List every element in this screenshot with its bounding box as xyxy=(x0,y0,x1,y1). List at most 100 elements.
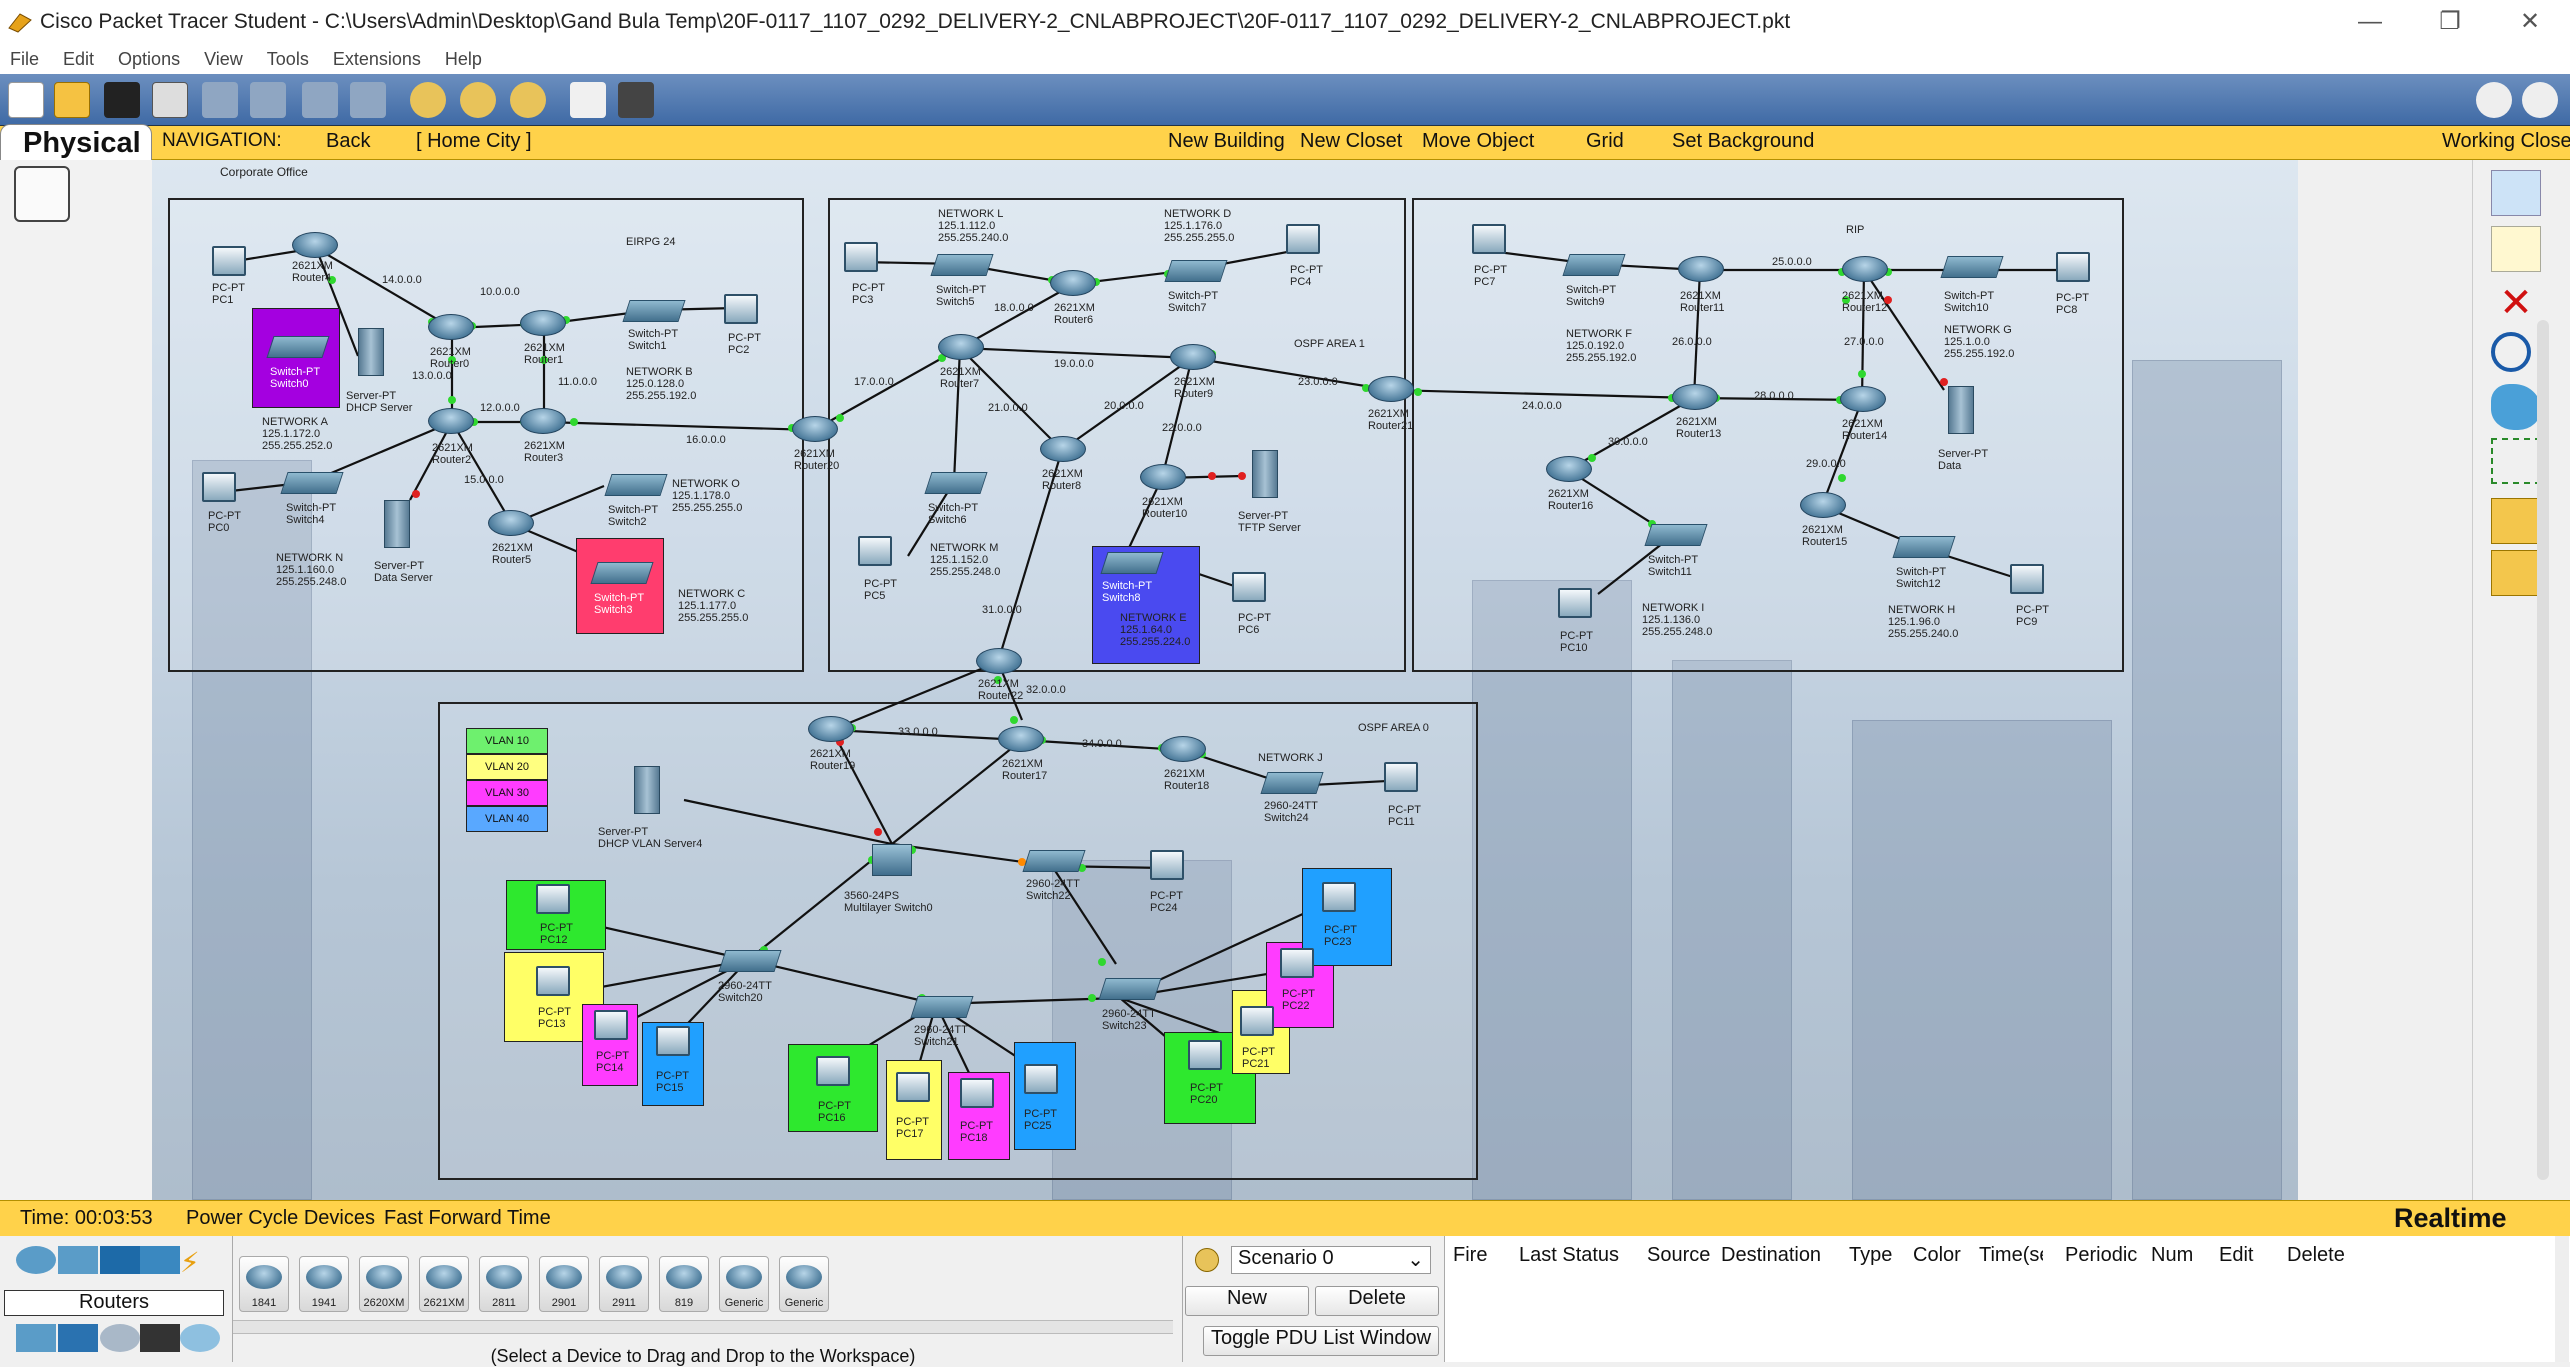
connections-category-icon[interactable]: ⚡ xyxy=(180,1246,220,1278)
router20[interactable] xyxy=(792,416,838,442)
note-icon[interactable] xyxy=(2491,226,2541,272)
scenario-info-icon[interactable] xyxy=(1195,1248,1219,1272)
routers-category-icon[interactable] xyxy=(16,1246,56,1274)
delete-icon[interactable]: ✕ xyxy=(2491,280,2541,326)
router5[interactable] xyxy=(488,510,534,536)
router9[interactable] xyxy=(1170,344,1216,370)
switch23[interactable] xyxy=(1098,978,1162,1000)
switch10[interactable] xyxy=(1940,256,2004,278)
paste-icon[interactable] xyxy=(250,82,286,118)
model-2901-button[interactable]: 2901 xyxy=(539,1256,589,1312)
custom-device-icon[interactable] xyxy=(618,82,654,118)
router17[interactable] xyxy=(998,726,1044,752)
pc4[interactable] xyxy=(1286,224,1320,254)
working-closet-button[interactable]: Working Closet xyxy=(2442,130,2570,153)
menu-file[interactable]: File xyxy=(10,49,39,70)
move-object-button[interactable]: Move Object xyxy=(1422,130,1534,153)
pc17[interactable] xyxy=(896,1072,930,1102)
menu-tools[interactable]: Tools xyxy=(267,49,309,70)
pc7[interactable] xyxy=(1472,224,1506,254)
zoom-in-icon[interactable] xyxy=(410,82,446,118)
pc23[interactable] xyxy=(1322,882,1356,912)
router13[interactable] xyxy=(1672,384,1718,410)
custom-category-icon[interactable] xyxy=(140,1324,180,1352)
router18[interactable] xyxy=(1160,736,1206,762)
zoom-out-icon[interactable] xyxy=(510,82,546,118)
pc5[interactable] xyxy=(858,536,892,566)
close-button[interactable]: ✕ xyxy=(2500,4,2560,40)
switch12[interactable] xyxy=(1892,536,1956,558)
corporate-office-icon[interactable] xyxy=(14,166,70,222)
copy-icon[interactable] xyxy=(202,82,238,118)
tftp-server[interactable] xyxy=(1252,450,1278,498)
router1[interactable] xyxy=(520,310,566,336)
print-icon[interactable] xyxy=(152,82,188,118)
switches-category-icon[interactable] xyxy=(58,1246,98,1274)
switch3[interactable] xyxy=(590,562,654,584)
pc13[interactable] xyxy=(536,966,570,996)
delete-scenario-button[interactable]: Delete xyxy=(1315,1286,1439,1316)
router11[interactable] xyxy=(1678,256,1724,282)
router12[interactable] xyxy=(1842,256,1888,282)
palette-icon[interactable] xyxy=(570,82,606,118)
wireless-category-icon[interactable] xyxy=(140,1246,180,1274)
pdu-scrollbar[interactable] xyxy=(2555,1236,2569,1362)
switch2[interactable] xyxy=(604,474,668,496)
menu-view[interactable]: View xyxy=(204,49,243,70)
physical-tab[interactable]: Physical xyxy=(0,124,152,162)
scenario-select[interactable]: Scenario 0 ⌄ xyxy=(1231,1246,1431,1274)
pc9[interactable] xyxy=(2010,564,2044,594)
draw-shape-icon[interactable] xyxy=(2491,384,2541,430)
multilayer-switch0[interactable] xyxy=(872,844,912,876)
model-1841-button[interactable]: 1841 xyxy=(239,1256,289,1312)
router14[interactable] xyxy=(1840,386,1886,412)
router2[interactable] xyxy=(428,408,474,434)
switch21[interactable] xyxy=(910,996,974,1018)
router15[interactable] xyxy=(1800,492,1846,518)
pc25[interactable] xyxy=(1024,1064,1058,1094)
dhcp-vlan-server[interactable] xyxy=(634,766,660,814)
model-1941-button[interactable]: 1941 xyxy=(299,1256,349,1312)
inspect-icon[interactable] xyxy=(2491,332,2531,372)
set-background-button[interactable]: Set Background xyxy=(1672,130,1814,153)
new-file-icon[interactable] xyxy=(8,82,44,118)
switch1[interactable] xyxy=(622,300,686,322)
switch22[interactable] xyxy=(1022,850,1086,872)
switch4[interactable] xyxy=(280,472,344,494)
resize-icon[interactable] xyxy=(2491,438,2541,484)
menu-edit[interactable]: Edit xyxy=(63,49,94,70)
end-devices-category-icon[interactable] xyxy=(16,1324,56,1352)
model-819-button[interactable]: 819 xyxy=(659,1256,709,1312)
model-generic2-button[interactable]: Generic xyxy=(779,1256,829,1312)
menu-options[interactable]: Options xyxy=(118,49,180,70)
new-closet-button[interactable]: New Closet xyxy=(1300,130,1402,153)
switch20[interactable] xyxy=(718,950,782,972)
data-server[interactable] xyxy=(384,500,410,548)
select-icon[interactable] xyxy=(2491,170,2541,216)
minimize-button[interactable]: — xyxy=(2340,4,2400,40)
pc8[interactable] xyxy=(2056,252,2090,282)
pc14[interactable] xyxy=(594,1010,628,1040)
router10[interactable] xyxy=(1140,464,1186,490)
info-icon[interactable] xyxy=(2476,82,2512,118)
menu-extensions[interactable]: Extensions xyxy=(333,49,421,70)
model-2620xm-button[interactable]: 2620XM xyxy=(359,1256,409,1312)
router7[interactable] xyxy=(938,334,984,360)
pc21[interactable] xyxy=(1240,1006,1274,1036)
pc22[interactable] xyxy=(1280,948,1314,978)
router19[interactable] xyxy=(808,716,854,742)
realtime-mode-tab[interactable]: Realtime xyxy=(2394,1203,2507,1234)
switch5[interactable] xyxy=(930,254,994,276)
pc11[interactable] xyxy=(1384,762,1418,792)
undo-icon[interactable] xyxy=(302,82,338,118)
pc24[interactable] xyxy=(1150,850,1184,880)
new-building-button[interactable]: New Building xyxy=(1168,130,1285,153)
switch24[interactable] xyxy=(1260,772,1324,794)
router0[interactable] xyxy=(428,314,474,340)
maximize-button[interactable]: ❐ xyxy=(2420,4,2480,40)
pc12[interactable] xyxy=(536,884,570,914)
switch7[interactable] xyxy=(1164,260,1228,282)
pc2[interactable] xyxy=(724,294,758,324)
save-icon[interactable] xyxy=(104,82,140,118)
back-button[interactable]: Back xyxy=(326,130,370,153)
